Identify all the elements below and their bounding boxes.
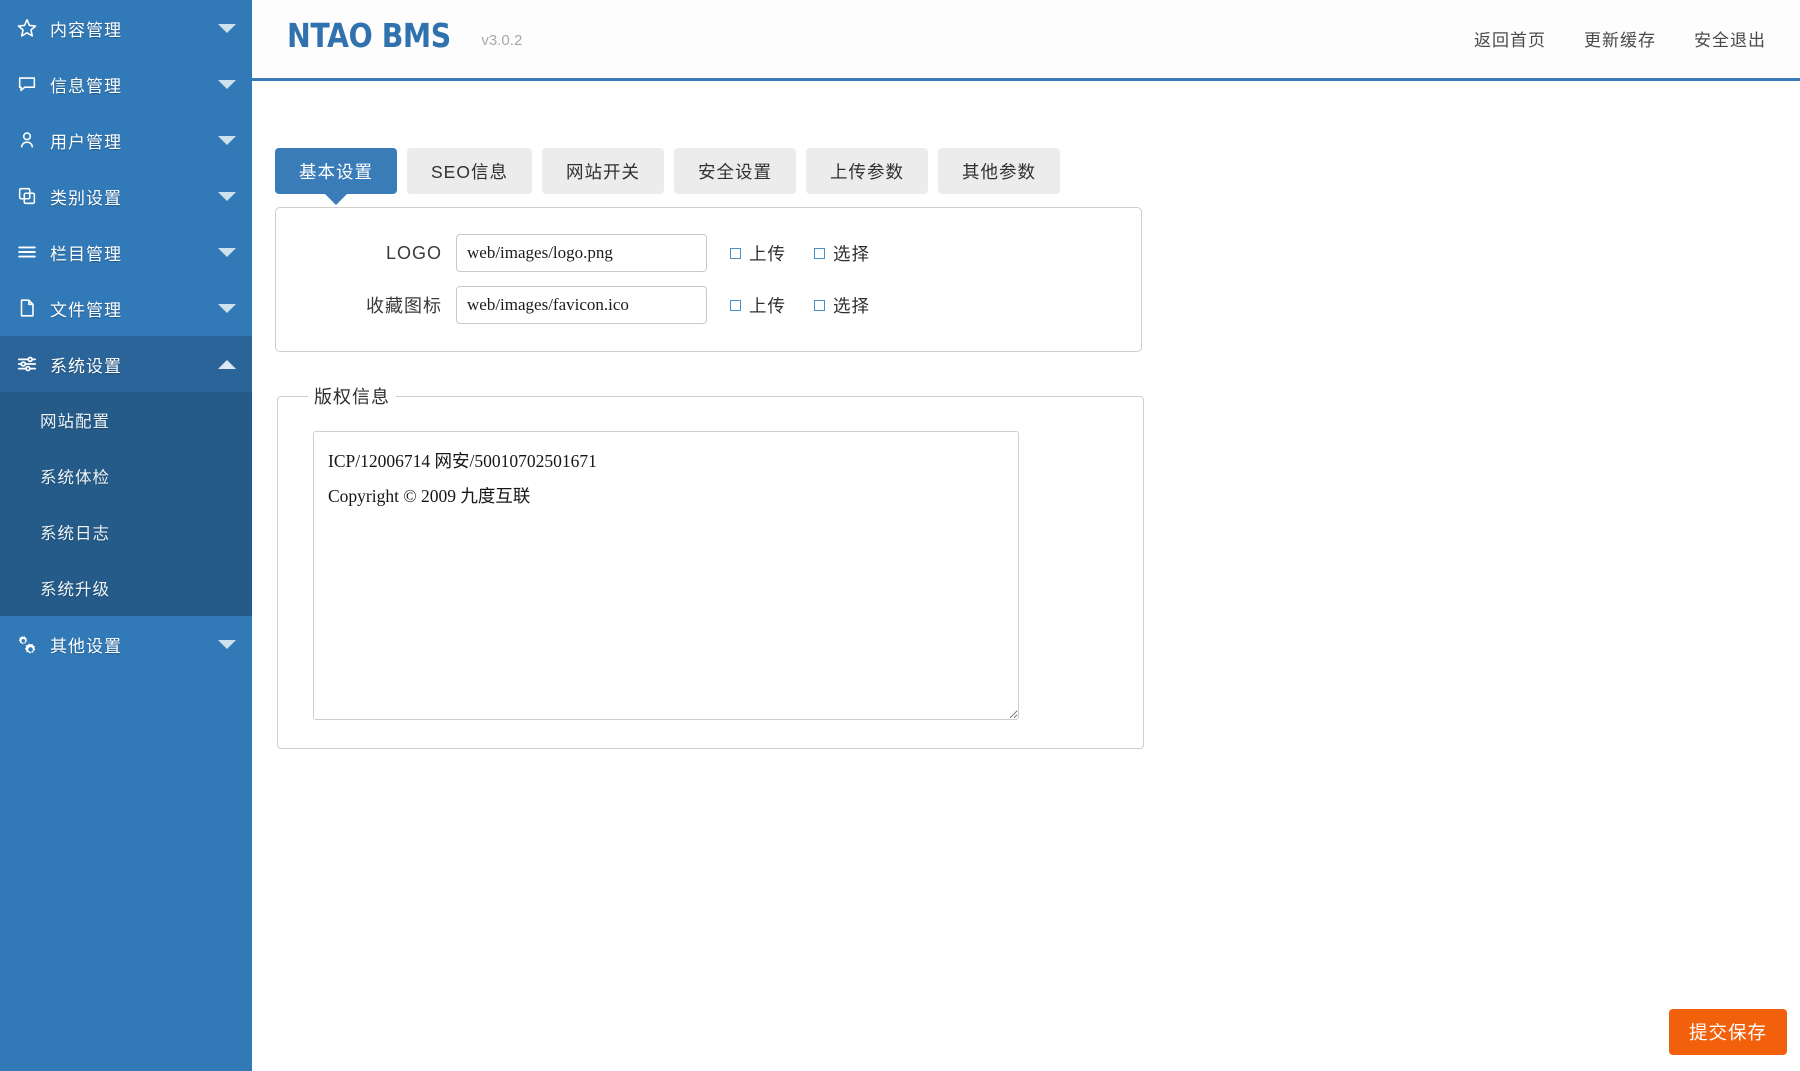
sidebar-subitem-system-upgrade[interactable]: 系统升级 <box>0 560 252 616</box>
app-logo[interactable]: NTAO BMS v3.0.2 <box>287 19 522 52</box>
file-icon <box>16 297 50 319</box>
sidebar: 内容管理 信息管理 用户管理 类别设置 栏目管理 文件管理 系统设置 网站配置 … <box>0 0 252 1071</box>
top-nav: 返回首页 更新缓存 安全退出 <box>1474 26 1766 51</box>
sidebar-item-files[interactable]: 文件管理 <box>0 280 252 336</box>
chevron-up-icon[interactable] <box>218 359 252 369</box>
sidebar-subitem-label: 系统体检 <box>40 469 110 487</box>
settings-tabs: 基本设置 SEO信息 网站开关 安全设置 上传参数 其他参数 <box>275 148 1060 205</box>
chevron-down-icon[interactable] <box>218 23 252 33</box>
app-version: v3.0.2 <box>481 32 523 49</box>
favicon-upload-button[interactable]: 上传 <box>730 293 786 318</box>
tab-label: 网站开关 <box>565 161 640 182</box>
logo-upload-button[interactable]: 上传 <box>730 241 786 266</box>
tab-label: 基本设置 <box>299 161 373 182</box>
tab-label: 上传参数 <box>829 161 904 182</box>
chevron-down-icon[interactable] <box>218 79 252 89</box>
tab-label: SEO信息 <box>431 161 508 182</box>
sidebar-item-label: 类别设置 <box>50 188 122 208</box>
sidebar-item-content[interactable]: 内容管理 <box>0 0 252 56</box>
gears-icon <box>16 633 50 655</box>
logo-field-label: LOGO <box>385 242 442 263</box>
upload-box-icon <box>730 299 741 311</box>
favicon-upload-label: 上传 <box>749 295 786 316</box>
sidebar-item-label: 文件管理 <box>50 300 122 320</box>
top-nav-refresh-cache[interactable]: 更新缓存 <box>1584 26 1656 51</box>
logo-upload-label: 上传 <box>749 243 786 264</box>
sidebar-item-label: 栏目管理 <box>50 244 122 264</box>
sidebar-item-label: 用户管理 <box>50 132 122 152</box>
tab-security-settings[interactable]: 安全设置 <box>673 148 796 194</box>
favicon-choose-button[interactable]: 选择 <box>814 293 870 318</box>
top-nav-logout[interactable]: 安全退出 <box>1694 26 1766 51</box>
chevron-down-icon[interactable] <box>218 639 252 649</box>
copyright-fieldset: 版权信息 <box>277 383 1144 749</box>
logo-choose-button[interactable]: 选择 <box>814 241 870 266</box>
tab-site-switch[interactable]: 网站开关 <box>541 148 664 194</box>
user-icon <box>16 129 50 151</box>
star-icon <box>16 17 50 39</box>
copy-icon <box>16 185 50 207</box>
sidebar-subitem-label: 系统升级 <box>40 581 110 599</box>
sidebar-item-columns[interactable]: 栏目管理 <box>0 224 252 280</box>
file-settings-panel: LOGO 上传 选择 收藏图标 上传 <box>275 207 1142 352</box>
chevron-down-icon[interactable] <box>218 191 252 201</box>
logo-path-input[interactable] <box>456 234 707 272</box>
sidebar-subitem-system-log[interactable]: 系统日志 <box>0 504 252 560</box>
favicon-field-row: 收藏图标 上传 选择 <box>276 283 1141 327</box>
tab-upload-params[interactable]: 上传参数 <box>805 148 928 194</box>
tab-seo-info[interactable]: SEO信息 <box>407 148 532 194</box>
tab-label: 安全设置 <box>697 161 772 182</box>
logo-field-actions: 上传 选择 <box>730 241 870 266</box>
choose-box-icon <box>814 247 825 259</box>
sidebar-item-label: 其他设置 <box>50 636 122 656</box>
sidebar-submenu-system-settings: 网站配置 系统体检 系统日志 系统升级 <box>0 392 252 616</box>
tab-label: 其他参数 <box>961 161 1036 182</box>
upload-box-icon <box>730 247 741 259</box>
copyright-legend: 版权信息 <box>314 387 390 407</box>
sidebar-item-system-settings[interactable]: 系统设置 <box>0 336 252 392</box>
app-logo-text: NTAO BMS <box>287 16 451 55</box>
chevron-down-icon[interactable] <box>218 247 252 257</box>
sidebar-item-users[interactable]: 用户管理 <box>0 112 252 168</box>
tab-basic-settings[interactable]: 基本设置 <box>275 148 397 205</box>
chat-bubble-icon <box>16 73 50 95</box>
chevron-down-icon[interactable] <box>218 303 252 313</box>
top-nav-back-home[interactable]: 返回首页 <box>1474 26 1546 51</box>
logo-choose-label: 选择 <box>833 243 870 264</box>
chevron-down-icon[interactable] <box>218 135 252 145</box>
sidebar-item-label: 信息管理 <box>50 76 122 96</box>
favicon-path-input[interactable] <box>456 286 707 324</box>
sliders-icon <box>16 353 50 375</box>
choose-box-icon <box>814 299 825 311</box>
favicon-field-label: 收藏图标 <box>366 296 442 316</box>
sidebar-item-label: 内容管理 <box>50 20 122 40</box>
sidebar-item-other-settings[interactable]: 其他设置 <box>0 616 252 672</box>
copyright-textarea[interactable] <box>313 430 1019 720</box>
list-icon <box>16 241 50 263</box>
sidebar-subitem-site-config[interactable]: 网站配置 <box>0 392 252 448</box>
favicon-field-actions: 上传 选择 <box>730 293 870 318</box>
sidebar-subitem-system-check[interactable]: 系统体检 <box>0 448 252 504</box>
sidebar-item-information[interactable]: 信息管理 <box>0 56 252 112</box>
sidebar-subitem-label: 网站配置 <box>40 413 110 431</box>
sidebar-item-categories[interactable]: 类别设置 <box>0 168 252 224</box>
main-content: 基本设置 SEO信息 网站开关 安全设置 上传参数 其他参数 LOGO 上传 选… <box>252 81 1800 1071</box>
sidebar-subitem-label: 系统日志 <box>40 525 110 543</box>
favicon-choose-label: 选择 <box>833 295 870 316</box>
tab-other-params[interactable]: 其他参数 <box>937 148 1060 194</box>
sidebar-item-label: 系统设置 <box>50 356 122 376</box>
logo-field-row: LOGO 上传 选择 <box>276 231 1141 275</box>
submit-save-button[interactable]: 提交保存 <box>1669 1009 1787 1055</box>
app-header: NTAO BMS v3.0.2 返回首页 更新缓存 安全退出 <box>252 0 1800 81</box>
